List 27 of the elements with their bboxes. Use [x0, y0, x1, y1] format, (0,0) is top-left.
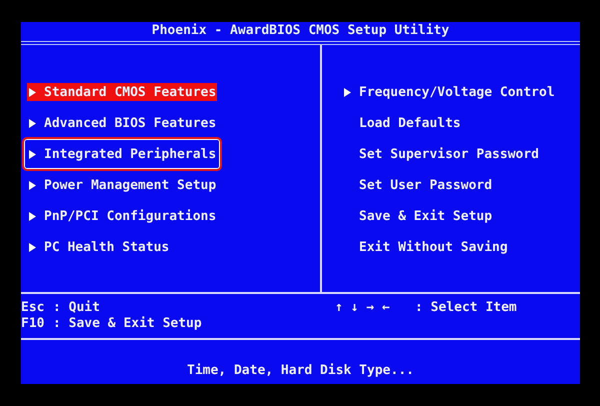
key-name: ↑ ↓ → ← [335, 300, 391, 316]
triangle-icon [29, 150, 36, 158]
triangle-icon [29, 242, 36, 252]
menu-item[interactable]: Save & Exit Setup [342, 207, 494, 225]
triangle-icon [344, 88, 351, 96]
triangle-icon [29, 212, 36, 220]
triangle-icon [29, 118, 36, 128]
menu-item[interactable]: Load Defaults [342, 114, 462, 132]
key-action: : Quit [53, 300, 100, 315]
menu-item[interactable]: Integrated Peripherals [27, 145, 218, 163]
menu-item[interactable]: Standard CMOS Features [27, 83, 218, 101]
menu-item[interactable]: Set User Password [342, 176, 494, 194]
key-name: F10 [21, 316, 46, 332]
triangle-icon [29, 180, 36, 190]
menu-item[interactable]: Advanced BIOS Features [27, 114, 218, 132]
menu-item[interactable]: Power Management Setup [27, 176, 218, 194]
key-action: : Select Item [415, 300, 517, 315]
menu-item[interactable]: Set Supervisor Password [342, 145, 540, 163]
item-description: Time, Date, Hard Disk Type... [187, 363, 414, 378]
menu-item[interactable]: Exit Without Saving [342, 238, 509, 256]
key-action: : Save & Exit Setup [53, 316, 202, 331]
menu-item[interactable]: Frequency/Voltage Control [342, 83, 556, 101]
menu-item[interactable]: PnP/PCI Configurations [27, 207, 218, 225]
triangle-icon [29, 88, 36, 96]
key-name: Esc [21, 300, 46, 316]
window-title: Phoenix - AwardBIOS CMOS Setup Utility [152, 23, 450, 38]
menu-item[interactable]: PC Health Status [27, 238, 170, 256]
